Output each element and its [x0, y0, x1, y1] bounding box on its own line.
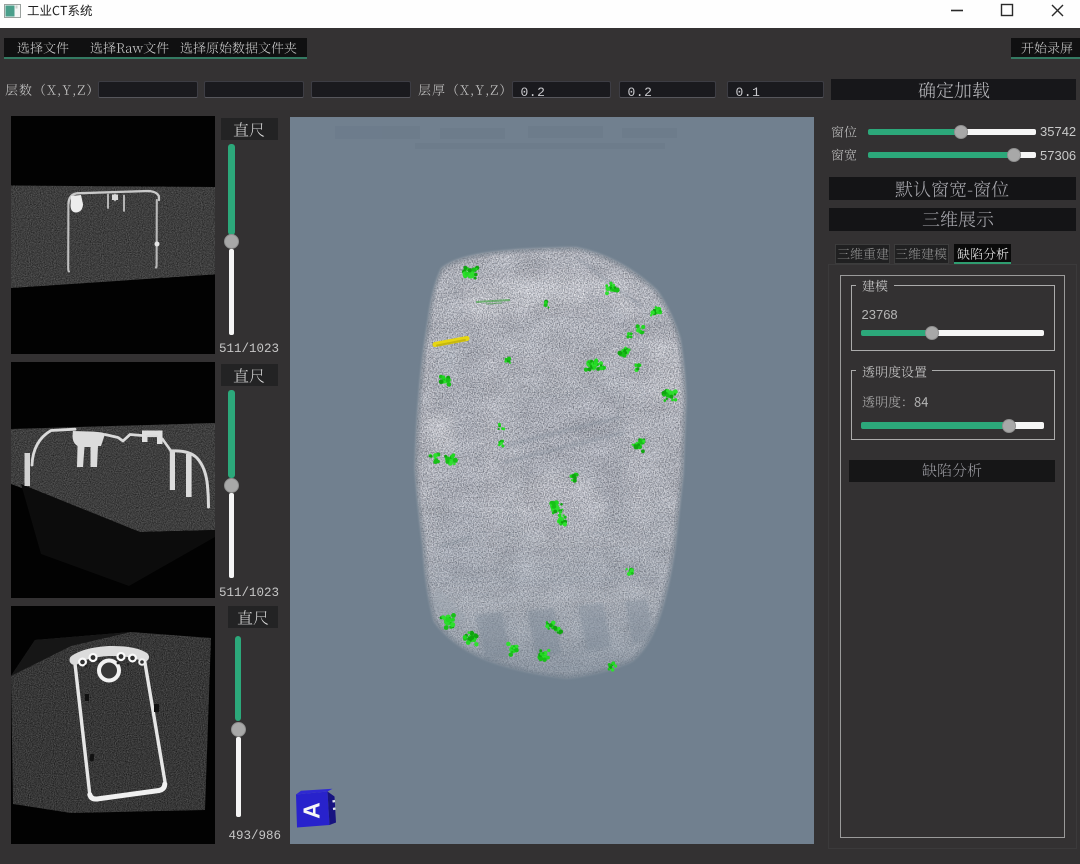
- svg-text:A: A: [298, 802, 324, 819]
